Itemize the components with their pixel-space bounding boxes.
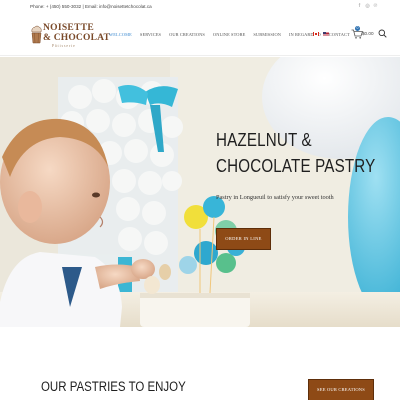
language-switcher <box>313 32 329 37</box>
pastries-section: OUR PASTRIES TO ENJOY SEE OUR CREATIONS <box>0 327 400 400</box>
logo-tagline: Pâtisserie <box>52 44 76 48</box>
section-title: OUR PASTRIES TO ENJOY <box>41 379 186 394</box>
see-creations-button[interactable]: SEE OUR CREATIONS <box>308 379 374 400</box>
hero-title-line-1: HAZELNUT & <box>216 129 312 150</box>
site-header: NOISETTE & CHOCOLAT Pâtisserie WELCOME S… <box>0 16 400 56</box>
order-online-button[interactable]: ORDER IN LINE <box>216 228 271 250</box>
nav-contact[interactable]: CONTACT <box>329 32 350 37</box>
logo-line-1: NOISETTE <box>43 23 94 33</box>
hero-banner: HAZELNUT & CHOCOLATE PASTRY Pastry in Lo… <box>0 57 400 327</box>
logo-line-2: & CHOCOLAT <box>43 33 111 43</box>
facebook-icon[interactable]: f <box>357 3 362 9</box>
cupcake-icon <box>31 25 42 44</box>
hero-subtitle: Pastry in Longueuil to satisfy your swee… <box>216 194 334 201</box>
cart-total[interactable]: $0.00 <box>362 31 374 36</box>
nav-our-creations[interactable]: OUR CREATIONS <box>169 32 205 37</box>
pinterest-icon[interactable]: ℗ <box>373 3 378 9</box>
site-logo[interactable]: NOISETTE & CHOCOLAT Pâtisserie <box>30 21 110 55</box>
instagram-icon[interactable]: ◎ <box>365 3 370 9</box>
nav-services[interactable]: SERVICES <box>140 32 161 37</box>
cart-count-badge: 0 <box>355 26 360 31</box>
flag-usa-icon[interactable] <box>323 32 329 37</box>
top-bar: Phone: + (450) 550-3032 | Email: info@no… <box>0 0 400 16</box>
nav-submission[interactable]: SUBMISSION <box>253 32 281 37</box>
nav-welcome[interactable]: WELCOME <box>109 32 132 37</box>
hero-title-line-2: CHOCOLATE PASTRY <box>216 155 376 176</box>
hero-image <box>0 57 400 327</box>
flag-canada-icon[interactable] <box>313 32 319 37</box>
nav-online-store[interactable]: ONLINE STORE <box>213 32 245 37</box>
social-links: f ◎ ℗ <box>357 3 378 9</box>
hero-title: HAZELNUT & CHOCOLATE PASTRY <box>216 127 375 179</box>
search-icon[interactable] <box>378 29 387 38</box>
contact-info: Phone: + (450) 550-3032 | Email: info@no… <box>30 4 152 9</box>
